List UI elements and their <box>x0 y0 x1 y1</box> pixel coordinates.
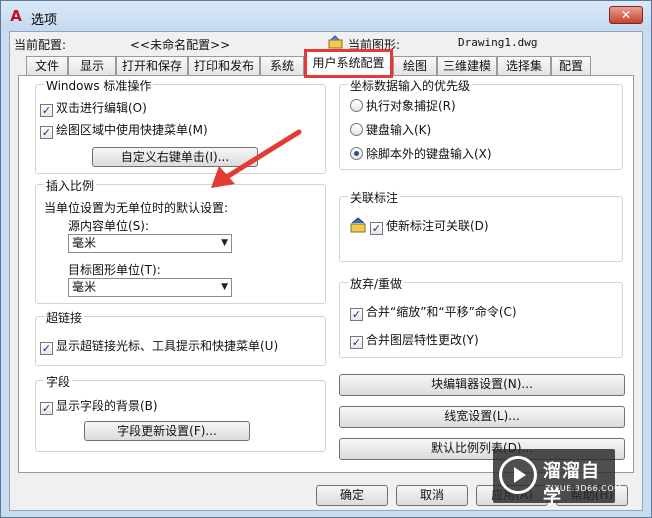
tab-system[interactable]: 系统 <box>260 56 304 75</box>
group-legend: 超链接 <box>44 309 85 326</box>
close-button[interactable]: ✕ <box>609 6 643 24</box>
field-update-button[interactable]: 字段更新设置(F)... <box>84 421 250 441</box>
group-coord-priority: 坐标数据输入的优先级 执行对象捕捉(R) 键盘输入(K) 除脚本外的键盘输入(X… <box>339 77 623 170</box>
group-legend: Windows 标准操作 <box>44 77 154 94</box>
radio-object-snap[interactable]: 执行对象捕捉(R) <box>350 97 456 114</box>
group-hyperlink: 超链接 ✓ 显示超链接光标、工具提示和快捷菜单(U) <box>35 309 326 366</box>
double-click-edit-option[interactable]: ✓ 双击进行编辑(O) <box>40 99 147 117</box>
option-label: 合并“缩放”和“平移”命令(C) <box>366 305 517 319</box>
title-bar: A 选项 ✕ <box>1 1 651 31</box>
option-label: 合并图层特性更改(Y) <box>366 333 479 347</box>
cancel-button[interactable]: 取消 <box>396 485 468 506</box>
source-units-label: 源内容单位(S): <box>68 219 150 233</box>
annotation-arrow-icon <box>211 129 302 188</box>
combine-zoom-pan-option[interactable]: ✓ 合并“缩放”和“平移”命令(C) <box>350 303 517 321</box>
tab-plot-publish[interactable]: 打印和发布 <box>188 56 260 75</box>
tab-panel: Windows 标准操作 ✓ 双击进行编辑(O) ✓ 绘图区域中使用快捷菜单(M) … <box>18 75 634 473</box>
highlight-box <box>304 49 393 78</box>
current-drawing-value: Drawing1.dwg <box>458 36 538 49</box>
window-title: 选项 <box>31 13 58 28</box>
option-label: 键盘输入(K) <box>366 123 432 137</box>
checkbox-checked[interactable]: ✓ <box>370 222 383 235</box>
insert-scale-desc: 当单位设置为无单位时的默认设置: <box>44 201 229 215</box>
option-label: 显示字段的背景(B) <box>56 399 158 413</box>
checkbox-checked[interactable]: ✓ <box>40 104 53 117</box>
radio-button-selected[interactable] <box>350 147 363 160</box>
group-fields: 字段 ✓ 显示字段的背景(B) 字段更新设置(F)... <box>35 373 326 452</box>
autocad-logo-icon: A <box>10 7 22 25</box>
field-background-option[interactable]: ✓ 显示字段的背景(B) <box>40 397 158 415</box>
combine-layer-changes-option[interactable]: ✓ 合并图层特性更改(Y) <box>350 331 479 349</box>
radio-button[interactable] <box>350 123 363 136</box>
option-label: 双击进行编辑(O) <box>56 101 147 115</box>
select-value: 毫米 <box>72 236 97 250</box>
tab-display[interactable]: 显示 <box>68 56 116 75</box>
group-insert-scale: 插入比例 当单位设置为无单位时的默认设置: 源内容单位(S): 毫米 ▼ 目标图… <box>35 177 326 304</box>
shortcut-menu-option[interactable]: ✓ 绘图区域中使用快捷菜单(M) <box>40 121 208 139</box>
option-label: 使新标注可关联(D) <box>386 219 489 233</box>
radio-button[interactable] <box>350 99 363 112</box>
drawing-icon <box>328 35 343 49</box>
group-legend: 坐标数据输入的优先级 <box>348 77 473 94</box>
watermark-title: 溜溜自学 <box>543 461 600 508</box>
target-units-select[interactable]: 毫米 ▼ <box>68 278 232 297</box>
dropdown-arrow-icon: ▼ <box>221 238 228 248</box>
group-legend: 关联标注 <box>348 189 401 206</box>
checkbox-checked[interactable]: ✓ <box>40 342 53 355</box>
tab-selection[interactable]: 选择集 <box>497 56 551 75</box>
tab-3d-modeling[interactable]: 三维建模 <box>437 56 497 75</box>
group-legend: 插入比例 <box>44 177 97 194</box>
current-profile-label: 当前配置: <box>14 38 67 52</box>
group-assoc-dim: 关联标注 ✓ 使新标注可关联(D) <box>339 189 623 262</box>
select-value: 毫米 <box>72 280 97 294</box>
lineweight-settings-button[interactable]: 线宽设置(L)... <box>339 406 625 428</box>
tab-profiles[interactable]: 配置 <box>551 56 591 75</box>
current-profile-value: <<未命名配置>> <box>130 38 231 52</box>
dropdown-arrow-icon: ▼ <box>221 282 228 292</box>
hyperlink-option[interactable]: ✓ 显示超链接光标、工具提示和快捷菜单(U) <box>40 337 278 355</box>
checkbox-checked[interactable]: ✓ <box>350 308 363 321</box>
assoc-dim-option[interactable]: ✓ 使新标注可关联(D) <box>350 217 489 235</box>
block-editor-settings-button[interactable]: 块编辑器设置(N)... <box>339 374 625 396</box>
option-label: 显示超链接光标、工具提示和快捷菜单(U) <box>56 339 279 353</box>
group-undo-redo: 放弃/重做 ✓ 合并“缩放”和“平移”命令(C) ✓ 合并图层特性更改(Y) <box>339 275 623 358</box>
ok-button[interactable]: 确定 <box>316 485 388 506</box>
option-label: 绘图区域中使用快捷菜单(M) <box>56 123 208 137</box>
watermark: 溜溜自学 ZIXUE.3D66.COM <box>493 449 621 508</box>
group-legend: 放弃/重做 <box>348 275 405 292</box>
dimension-icon <box>350 217 366 233</box>
option-label: 除脚本外的键盘输入(X) <box>366 147 492 161</box>
tab-open-save[interactable]: 打开和保存 <box>116 56 188 75</box>
option-label: 执行对象捕捉(R) <box>366 99 456 113</box>
options-dialog: A 选项 ✕ 当前配置: <<未命名配置>> 当前图形: Drawing1.dw… <box>0 0 652 518</box>
group-legend: 字段 <box>44 373 73 390</box>
checkbox-checked[interactable]: ✓ <box>40 126 53 139</box>
radio-keyboard-except-scripts[interactable]: 除脚本外的键盘输入(X) <box>350 145 492 162</box>
checkbox-checked[interactable]: ✓ <box>350 336 363 349</box>
radio-keyboard-entry[interactable]: 键盘输入(K) <box>350 121 431 138</box>
play-logo-icon <box>499 456 537 494</box>
checkbox-checked[interactable]: ✓ <box>40 402 53 415</box>
tab-drafting[interactable]: 绘图 <box>393 56 437 75</box>
watermark-subtitle: ZIXUE.3D66.COM <box>545 484 622 493</box>
tab-files[interactable]: 文件 <box>26 56 68 75</box>
target-units-label: 目标图形单位(T): <box>68 263 161 277</box>
source-units-select[interactable]: 毫米 ▼ <box>68 234 232 253</box>
dialog-client: 当前配置: <<未命名配置>> 当前图形: Drawing1.dwg 文件 显示… <box>9 31 643 511</box>
